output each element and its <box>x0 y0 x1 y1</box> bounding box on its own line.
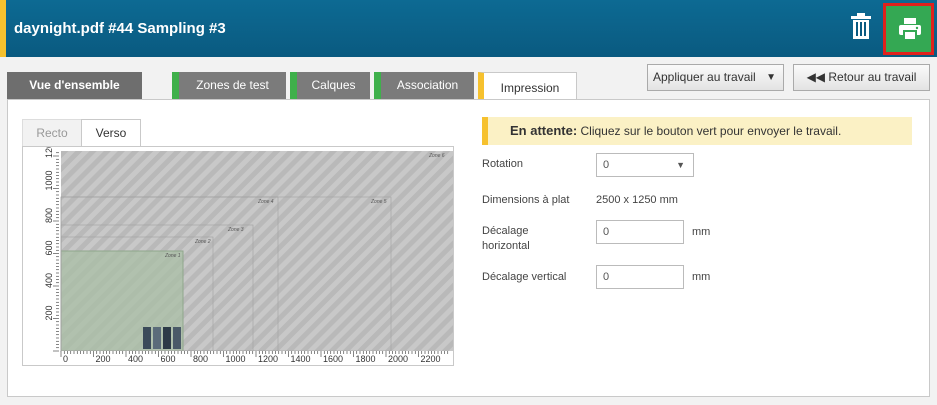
rotation-value: 0 <box>603 159 610 171</box>
apply-select-label: Appliquer au travail <box>653 70 756 84</box>
notice-status: En attente: <box>510 123 578 138</box>
sheet-preview[interactable]: Zone 1 Zone 2 Zone 3 Zone 4 Zone 5 Zone … <box>22 146 454 366</box>
zone-label: Zone 6 <box>428 153 445 159</box>
x-tick-label: 1800 <box>356 354 376 364</box>
page-title: daynight.pdf #44 Sampling #3 <box>14 20 226 37</box>
offset-vertical-label: Décalage vertical <box>482 271 567 283</box>
dropdown-arrow-icon: ▼ <box>676 160 685 170</box>
x-tick-label: 800 <box>193 354 208 364</box>
dropdown-arrow-icon: ▼ <box>766 72 776 83</box>
tab-test-zones[interactable]: Zones de test <box>172 72 286 99</box>
offset-vertical-unit: mm <box>692 271 711 283</box>
offset-horizontal-label-line2: horizontal <box>482 240 530 252</box>
zone-label: Zone 1 <box>164 253 181 259</box>
printer-icon <box>899 18 921 41</box>
x-tick-label: 24 <box>453 354 454 364</box>
y-tick-label: 600 <box>44 240 54 255</box>
zone-label: Zone 3 <box>227 227 244 233</box>
y-tick-label: 400 <box>44 273 54 288</box>
thumbnail-image <box>173 327 181 349</box>
tab-layers[interactable]: Calques <box>290 72 370 99</box>
flat-dimensions-value: 2500 x 1250 mm <box>596 194 678 206</box>
subtab-verso[interactable]: Verso <box>81 119 141 147</box>
rotation-select[interactable]: 0 ▼ <box>596 153 694 177</box>
y-tick-labels: 200 400 600 800 1000 1200 <box>44 147 54 321</box>
x-tick-label: 1200 <box>258 354 278 364</box>
tab-print[interactable]: Impression <box>478 72 577 101</box>
print-button[interactable] <box>883 3 934 55</box>
x-tick-label: 2000 <box>388 354 408 364</box>
y-tick-label: 1200 <box>44 147 54 158</box>
offset-horizontal-label: Décalage horizontal <box>482 224 530 254</box>
tab-association[interactable]: Association <box>374 72 474 99</box>
x-tick-label: 400 <box>128 354 143 364</box>
offset-vertical-input[interactable]: 0 <box>596 265 684 289</box>
flat-dimensions-label: Dimensions à plat <box>482 194 570 206</box>
tab-overview[interactable]: Vue d'ensemble <box>7 72 142 99</box>
offset-horizontal-unit: mm <box>692 226 711 238</box>
thumbnail-image <box>163 327 171 349</box>
thumbnail-image <box>143 327 151 349</box>
back-to-job-button[interactable]: ◀◀ Retour au travail <box>793 64 930 91</box>
x-tick-label: 1000 <box>226 354 246 364</box>
trash-icon[interactable] <box>850 13 872 39</box>
offset-horizontal-label-line1: Décalage <box>482 225 529 237</box>
zone-label: Zone 4 <box>257 199 274 205</box>
status-notice: En attente: Cliquez sur le bouton vert p… <box>482 117 912 145</box>
top-header: daynight.pdf #44 Sampling #3 <box>0 0 937 57</box>
x-tick-label: 1600 <box>323 354 343 364</box>
apply-to-job-select[interactable]: Appliquer au travail ▼ <box>647 64 784 91</box>
subtab-recto[interactable]: Recto <box>22 119 82 146</box>
zone-label: Zone 2 <box>194 239 211 245</box>
y-tick-label: 800 <box>44 208 54 223</box>
y-tick-label: 200 <box>44 305 54 320</box>
zone-label: Zone 5 <box>370 199 387 205</box>
rotation-label: Rotation <box>482 158 523 170</box>
y-tick-label: 1000 <box>44 170 54 190</box>
x-tick-label: 200 <box>96 354 111 364</box>
x-tick-label: 600 <box>161 354 176 364</box>
offset-horizontal-input[interactable]: 0 <box>596 220 684 244</box>
notice-text: Cliquez sur le bouton vert pour envoyer … <box>577 124 842 138</box>
thumbnail-image <box>153 327 161 349</box>
x-tick-label: 1400 <box>291 354 311 364</box>
x-tick-label: 2200 <box>421 354 441 364</box>
x-tick-label: 0 <box>63 354 68 364</box>
